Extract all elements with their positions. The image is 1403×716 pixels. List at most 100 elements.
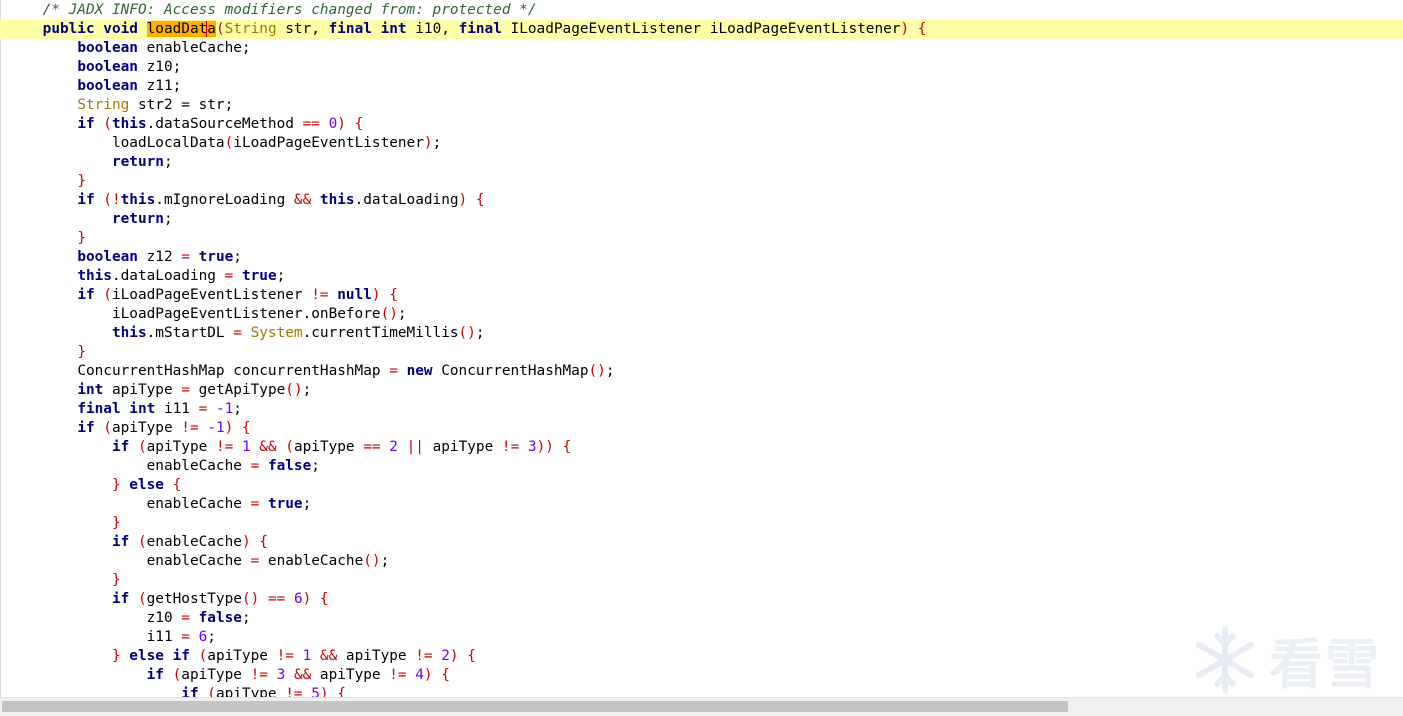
code-line[interactable]: this.mStartDL = System.currentTimeMillis… xyxy=(0,324,1403,343)
scrollbar-thumb[interactable] xyxy=(2,701,1068,712)
code-token: enableCache; xyxy=(137,40,251,56)
code-line[interactable]: public void loadData(String str, final i… xyxy=(0,20,1403,39)
code-line[interactable]: this.dataLoading = true; xyxy=(0,267,1403,286)
code-token: apiType xyxy=(146,439,216,455)
code-token: )) { xyxy=(536,439,572,455)
code-line[interactable]: ConcurrentHashMap concurrentHashMap = ne… xyxy=(0,362,1403,381)
code-line[interactable]: if (enableCache) { xyxy=(0,533,1403,552)
code-line[interactable]: final int i11 = -1; xyxy=(0,400,1403,419)
code-editor[interactable]: /* JADX INFO: Access modifiers changed f… xyxy=(0,0,1403,697)
code-token: 3 xyxy=(527,439,537,455)
code-line[interactable]: } else { xyxy=(0,476,1403,495)
code-line[interactable]: boolean z12 = true; xyxy=(0,248,1403,267)
code-token: ) { xyxy=(319,686,346,697)
horizontal-scrollbar[interactable] xyxy=(0,697,1403,716)
code-line[interactable]: boolean z10; xyxy=(0,58,1403,77)
code-token: .currentTimeMillis xyxy=(302,325,459,341)
code-token: ; xyxy=(605,363,615,379)
code-line[interactable]: iLoadPageEventListener.onBefore(); xyxy=(0,305,1403,324)
code-token: = xyxy=(389,363,398,379)
code-token: ) { xyxy=(241,534,268,550)
code-token: false xyxy=(198,610,242,626)
code-line[interactable]: } xyxy=(0,229,1403,248)
code-token: () xyxy=(380,306,398,322)
code-line[interactable]: return; xyxy=(0,210,1403,229)
code-token: && xyxy=(293,667,312,683)
code-token: if xyxy=(111,439,130,455)
code-token: = xyxy=(250,496,260,512)
code-line[interactable]: String str2 = str; xyxy=(0,96,1403,115)
code-token: && xyxy=(319,648,338,664)
code-token: enableCache xyxy=(259,553,364,569)
code-line[interactable]: if (apiType != -1) { xyxy=(0,419,1403,438)
code-line[interactable]: return; xyxy=(0,153,1403,172)
code-token: return xyxy=(111,154,164,170)
code-token: ) { xyxy=(900,21,927,37)
code-line[interactable]: enableCache = true; xyxy=(0,495,1403,514)
code-line[interactable]: int apiType = getApiType(); xyxy=(0,381,1403,400)
code-line[interactable]: loadLocalData(iLoadPageEventListener); xyxy=(0,134,1403,153)
code-token: 4 xyxy=(415,667,424,683)
selected-token[interactable]: a xyxy=(207,21,216,37)
code-token: () xyxy=(241,591,260,607)
code-token: != xyxy=(311,287,329,303)
code-token: apiType xyxy=(103,382,182,398)
code-line[interactable]: enableCache = enableCache(); xyxy=(0,552,1403,571)
code-token: ( xyxy=(215,21,225,37)
code-line[interactable]: boolean enableCache; xyxy=(0,39,1403,58)
code-token: != xyxy=(181,420,199,436)
code-token: getHostType xyxy=(146,591,242,607)
code-token: apiType xyxy=(215,686,286,697)
selected-token[interactable]: loadDat xyxy=(146,21,208,37)
code-token: ; xyxy=(233,249,242,265)
code-line[interactable]: /* JADX INFO: Access modifiers changed f… xyxy=(0,1,1403,20)
code-line[interactable]: if (getHostType() == 6) { xyxy=(0,590,1403,609)
watermark-text: 看雪 xyxy=(1269,633,1381,696)
code-token: = xyxy=(250,458,260,474)
code-line[interactable]: } xyxy=(0,514,1403,533)
code-token: i10, xyxy=(406,21,459,37)
code-line[interactable]: enableCache = false; xyxy=(0,457,1403,476)
code-line[interactable]: } xyxy=(0,571,1403,590)
code-token: boolean xyxy=(77,40,138,56)
code-token: this xyxy=(77,268,112,284)
code-token: 2 xyxy=(441,648,450,664)
code-token: final xyxy=(458,21,502,37)
code-line[interactable]: if (this.dataSourceMethod == 0) { xyxy=(0,115,1403,134)
code-token: ConcurrentHashMap xyxy=(432,363,589,379)
code-lines[interactable]: /* JADX INFO: Access modifiers changed f… xyxy=(0,1,1403,697)
code-line[interactable]: } xyxy=(0,172,1403,191)
code-token: != xyxy=(389,667,407,683)
code-token: ) { xyxy=(371,287,398,303)
code-token: ; xyxy=(276,268,286,284)
code-token: () xyxy=(285,382,303,398)
code-line[interactable]: if (iLoadPageEventListener != null) { xyxy=(0,286,1403,305)
code-token: ; xyxy=(432,135,442,151)
code-line[interactable]: } xyxy=(0,343,1403,362)
code-token: ( xyxy=(94,116,112,132)
code-line[interactable]: boolean z11; xyxy=(0,77,1403,96)
code-line[interactable]: if (!this.mIgnoreLoading && this.dataLoa… xyxy=(0,191,1403,210)
code-token: return xyxy=(111,211,164,227)
code-token: else xyxy=(129,477,164,493)
code-token: = xyxy=(181,249,190,265)
code-line[interactable]: if (apiType != 1 && (apiType == 2 || api… xyxy=(0,438,1403,457)
code-token: ; xyxy=(302,496,312,512)
